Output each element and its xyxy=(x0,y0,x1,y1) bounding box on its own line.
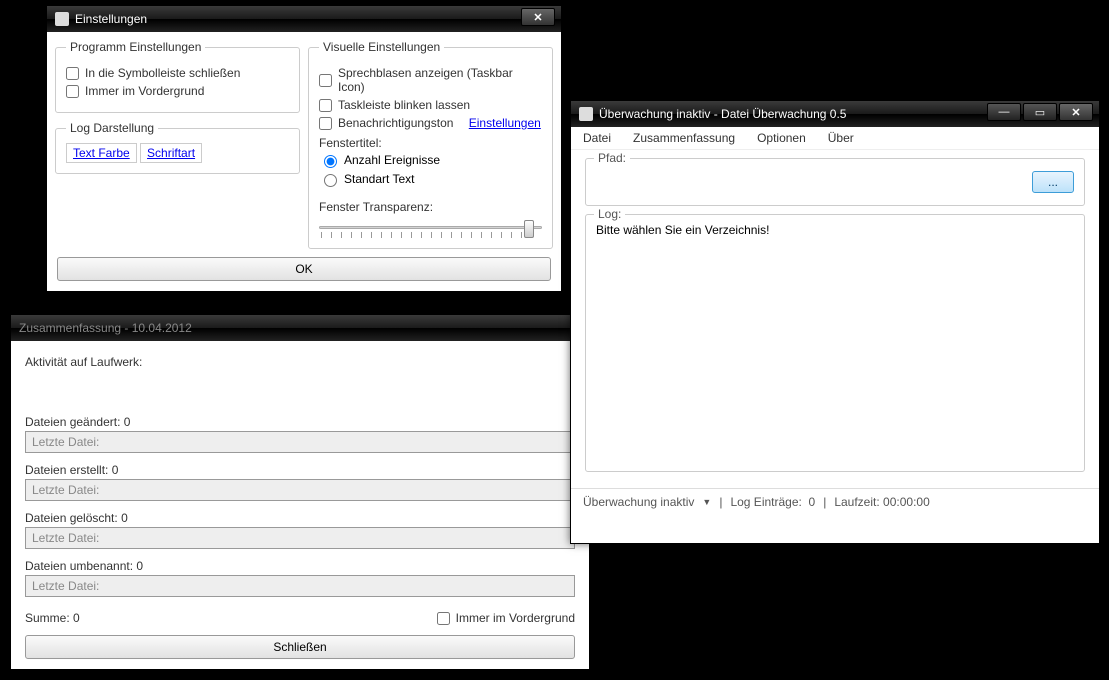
visual-settings-group: Visuelle Einstellungen Sprechblasen anze… xyxy=(308,40,553,249)
sound-settings-link[interactable]: Einstellungen xyxy=(469,116,541,130)
summary-close-button[interactable]: Schließen xyxy=(25,635,575,659)
settings-titlebar[interactable]: Einstellungen ✕ xyxy=(47,6,561,32)
changed-last-file xyxy=(25,431,575,453)
menu-about[interactable]: Über xyxy=(828,131,854,145)
transparency-label: Fenster Transparenz: xyxy=(319,200,542,214)
maximize-button[interactable]: ▭ xyxy=(1023,103,1057,121)
menu-file[interactable]: Datei xyxy=(583,131,611,145)
menu-summary[interactable]: Zusammenfassung xyxy=(633,131,735,145)
settings-title: Einstellungen xyxy=(75,12,147,26)
slider-ticks xyxy=(321,232,540,238)
always-on-top-input[interactable] xyxy=(66,85,79,98)
app-icon xyxy=(55,12,69,26)
text-color-button[interactable]: Text Farbe xyxy=(66,143,137,163)
summary-always-top-input[interactable] xyxy=(437,612,450,625)
summary-title: Zusammenfassung - 10.04.2012 xyxy=(19,321,192,335)
window-title-label: Fenstertitel: xyxy=(319,136,542,150)
menu-options[interactable]: Optionen xyxy=(757,131,806,145)
summary-window: Zusammenfassung - 10.04.2012 Aktivität a… xyxy=(10,314,590,670)
files-deleted-label: Dateien gelöscht: 0 xyxy=(25,511,575,525)
radio-standard-text-input[interactable] xyxy=(324,174,337,187)
program-settings-group: Programm Einstellungen In die Symbolleis… xyxy=(55,40,300,113)
files-changed-label: Dateien geändert: 0 xyxy=(25,415,575,429)
browse-button[interactable]: ... xyxy=(1032,171,1074,193)
blink-taskbar-input[interactable] xyxy=(319,99,332,112)
summary-always-top-checkbox[interactable]: Immer im Vordergrund xyxy=(437,611,575,625)
activity-drive-label: Aktivität auf Laufwerk: xyxy=(25,355,575,369)
status-bar: Überwachung inaktiv ▼ | Log Einträge: 0 … xyxy=(571,488,1099,515)
log-group: Log: Bitte wählen Sie ein Verzeichnis! xyxy=(585,214,1085,472)
settings-window: Einstellungen ✕ Programm Einstellungen I… xyxy=(46,5,562,292)
visual-settings-legend: Visuelle Einstellungen xyxy=(319,40,444,54)
close-to-tray-checkbox[interactable]: In die Symbolleiste schließen xyxy=(66,66,289,80)
app-icon xyxy=(579,107,593,121)
radio-event-count[interactable]: Anzahl Ereignisse xyxy=(319,152,440,168)
log-content: Bitte wählen Sie ein Verzeichnis! xyxy=(596,223,1074,237)
font-button[interactable]: Schriftart xyxy=(140,143,202,163)
close-to-tray-input[interactable] xyxy=(66,67,79,80)
files-renamed-label: Dateien umbenannt: 0 xyxy=(25,559,575,573)
main-window: Überwachung inaktiv - Datei Überwachung … xyxy=(570,100,1100,544)
radio-standard-text[interactable]: Standart Text xyxy=(319,171,415,187)
transparency-slider[interactable] xyxy=(319,218,542,238)
ok-button[interactable]: OK xyxy=(57,257,551,281)
status-entries: Log Einträge: 0 xyxy=(730,495,815,509)
notification-sound-input[interactable] xyxy=(319,117,332,130)
main-title: Überwachung inaktiv - Datei Überwachung … xyxy=(599,107,846,121)
notification-sound-checkbox[interactable]: Benachrichtigungston Einstellungen xyxy=(319,116,542,130)
always-on-top-checkbox[interactable]: Immer im Vordergrund xyxy=(66,84,289,98)
program-settings-legend: Programm Einstellungen xyxy=(66,40,205,54)
summary-titlebar[interactable]: Zusammenfassung - 10.04.2012 xyxy=(11,315,589,341)
slider-thumb[interactable] xyxy=(524,220,534,238)
slider-rail xyxy=(319,226,542,229)
log-label: Log: xyxy=(594,207,625,221)
status-runtime: Laufzeit: 00:00:00 xyxy=(834,495,929,509)
log-display-group: Log Darstellung Text Farbe Schriftart xyxy=(55,121,300,174)
show-balloons-checkbox[interactable]: Sprechblasen anzeigen (Taskbar Icon) xyxy=(319,66,542,94)
close-button[interactable]: ✕ xyxy=(521,8,555,26)
log-display-legend: Log Darstellung xyxy=(66,121,158,135)
renamed-last-file xyxy=(25,575,575,597)
path-group: Pfad: ... xyxy=(585,158,1085,206)
main-titlebar[interactable]: Überwachung inaktiv - Datei Überwachung … xyxy=(571,101,1099,127)
files-created-label: Dateien erstellt: 0 xyxy=(25,463,575,477)
blink-taskbar-checkbox[interactable]: Taskleiste blinken lassen xyxy=(319,98,542,112)
sum-label: Summe: 0 xyxy=(25,611,80,625)
show-balloons-input[interactable] xyxy=(319,74,332,87)
created-last-file xyxy=(25,479,575,501)
minimize-button[interactable]: — xyxy=(987,103,1021,121)
radio-event-count-input[interactable] xyxy=(324,155,337,168)
deleted-last-file xyxy=(25,527,575,549)
close-button[interactable]: ✕ xyxy=(1059,103,1093,121)
status-watch[interactable]: Überwachung inaktiv xyxy=(583,495,694,509)
chevron-down-icon[interactable]: ▼ xyxy=(702,497,711,507)
menubar: Datei Zusammenfassung Optionen Über xyxy=(571,127,1099,150)
path-label: Pfad: xyxy=(594,151,630,165)
